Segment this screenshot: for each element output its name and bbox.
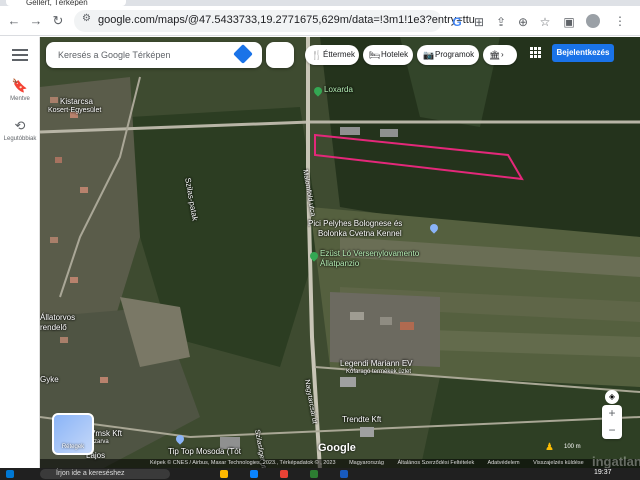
sign-in-button[interactable]: Bejelentkezés	[552, 44, 614, 62]
browser-toolbar: ← → ↻ ⚙ google.com/maps/@47.5433733,19.2…	[0, 6, 640, 36]
map-label-loxarda[interactable]: Loxarda	[324, 85, 353, 94]
chip-label: Programok	[435, 50, 475, 59]
maps-search-box[interactable]: Keresés a Google Térképen	[46, 42, 262, 68]
feedback-link[interactable]: Visszajelzés küldése	[533, 460, 584, 466]
map-label-kistarcsa-2[interactable]: Kosert-Egyesület	[48, 107, 101, 114]
camera-icon: 📷	[423, 50, 435, 60]
watermark-text: ingatlan	[592, 454, 640, 469]
back-icon[interactable]: ←	[6, 13, 22, 29]
saved-label: Mentve	[10, 96, 30, 102]
site-info-icon[interactable]: ⚙	[82, 13, 91, 24]
bed-icon: 🛏	[369, 50, 381, 60]
compass-icon[interactable]: ◈	[605, 390, 619, 404]
saved-button[interactable]: 🔖 Mentve	[0, 77, 40, 102]
profile-avatar[interactable]	[586, 14, 600, 28]
map-attribution: Képek © CNES / Airbus, Maxar Technologie…	[40, 459, 640, 468]
zoom-in-button[interactable]: +	[602, 405, 622, 422]
directions-icon[interactable]	[233, 44, 253, 64]
forward-icon[interactable]: →	[28, 13, 44, 29]
search-placeholder: Keresés a Google Térképen	[58, 50, 171, 60]
word-icon[interactable]	[340, 470, 348, 478]
file-explorer-icon[interactable]	[220, 470, 228, 478]
chip-more[interactable]: 🏛 ›	[483, 45, 517, 65]
google-lens-icon[interactable]: G	[450, 15, 464, 29]
google-apps-icon[interactable]	[530, 47, 542, 59]
chip-label: Éttermek	[323, 50, 356, 59]
map-label-allatorvos-2[interactable]: rendelő	[40, 323, 67, 332]
chip-hotels[interactable]: 🛏 Hotelek	[363, 45, 413, 65]
taskbar-search[interactable]: Írjon ide a kereséshez	[40, 469, 170, 479]
clock[interactable]: 19:37	[594, 469, 612, 476]
map-label-pici-pelyhes[interactable]: Pici Pelyhes Bolognese és	[308, 219, 402, 228]
reload-icon[interactable]: ↻	[50, 13, 66, 29]
map-label-ezust-lo-2[interactable]: Állatpanzio	[320, 259, 359, 268]
keyboard-icon[interactable]	[266, 42, 294, 68]
google-logo: Google	[318, 442, 356, 454]
sidebar-icon[interactable]: ▣	[562, 15, 576, 29]
map-label-tiptop[interactable]: Tip Top Mosoda (Tót	[168, 447, 241, 456]
map-label-vmsk[interactable]: Vmsk Kft	[90, 429, 122, 438]
privacy-link[interactable]: Adatvédelem	[487, 460, 519, 466]
map-label-legendi-2[interactable]: Kőfaragó termékek üzlet	[346, 369, 411, 375]
browser-menu-icon[interactable]: ⋮	[614, 14, 626, 28]
chrome-icon[interactable]	[280, 470, 288, 478]
zoom-out-button[interactable]: −	[602, 422, 622, 439]
attribution-copyright: Képek © CNES / Airbus, Maxar Technologie…	[150, 460, 336, 466]
museum-icon: 🏛	[489, 50, 501, 60]
start-icon[interactable]	[6, 470, 14, 478]
map-label-kistarcsa[interactable]: Kistarcsa	[60, 97, 93, 106]
url-text: google.com/maps/@47.5433733,19.2771675,6…	[98, 14, 475, 26]
map-label-allatorvos[interactable]: Állatorvos	[40, 313, 75, 322]
history-icon: ⟲	[14, 118, 26, 133]
chip-things-to-do[interactable]: 📷 Programok	[417, 45, 479, 65]
menu-icon[interactable]	[12, 49, 28, 61]
layers-label: Rétegek	[61, 444, 85, 450]
map-label-gyke[interactable]: Gyke	[40, 375, 59, 384]
zoom-icon[interactable]: ⊕	[516, 15, 530, 29]
terms-link[interactable]: Általános Szerződési Feltételek	[397, 460, 474, 466]
attribution-country[interactable]: Magyarország	[349, 460, 384, 466]
excel-icon[interactable]	[310, 470, 318, 478]
scale-bar[interactable]: 100 m	[564, 444, 581, 450]
pegman-icon[interactable]: ♟	[545, 442, 554, 453]
bookmark-icon: 🔖	[11, 78, 29, 93]
zoom-controls: + −	[602, 405, 622, 439]
map-label-pici-pelyhes-2[interactable]: Bolonka Cvetna Kennel	[318, 229, 402, 238]
maps-left-rail: 🔖 Mentve ⟲ Legutóbbiak	[0, 37, 40, 480]
bookmark-star-icon[interactable]: ☆	[538, 15, 552, 29]
satellite-map[interactable]: Kistarcsa Kosert-Egyesület Loxarda Szila…	[40, 37, 640, 470]
map-label-ezust-lo[interactable]: Ezüst Ló Versenylovamento	[320, 249, 419, 258]
chevron-right-icon: ›	[501, 50, 504, 59]
share-icon[interactable]: ⇪	[494, 15, 508, 29]
fork-knife-icon: 🍴	[311, 50, 323, 60]
recents-label: Legutóbbiak	[3, 136, 37, 142]
translate-icon[interactable]: ⊞	[472, 15, 486, 29]
edge-icon[interactable]	[250, 470, 258, 478]
map-label-trendte[interactable]: Trendte Kft	[342, 415, 381, 424]
map-label-legendi[interactable]: Legendi Mariann EV	[340, 359, 413, 368]
address-bar[interactable]: ⚙ google.com/maps/@47.5433733,19.2771675…	[74, 10, 475, 32]
layers-toggle[interactable]: Rétegek	[52, 413, 94, 455]
chip-restaurants[interactable]: 🍴 Éttermek	[305, 45, 359, 65]
map-label-vmsk-2[interactable]: zarva	[94, 439, 109, 445]
os-taskbar: Írjon ide a kereséshez 19:37	[0, 468, 640, 480]
chip-label: Hotelek	[381, 50, 409, 59]
recents-button[interactable]: ⟲ Legutóbbiak	[0, 117, 40, 142]
